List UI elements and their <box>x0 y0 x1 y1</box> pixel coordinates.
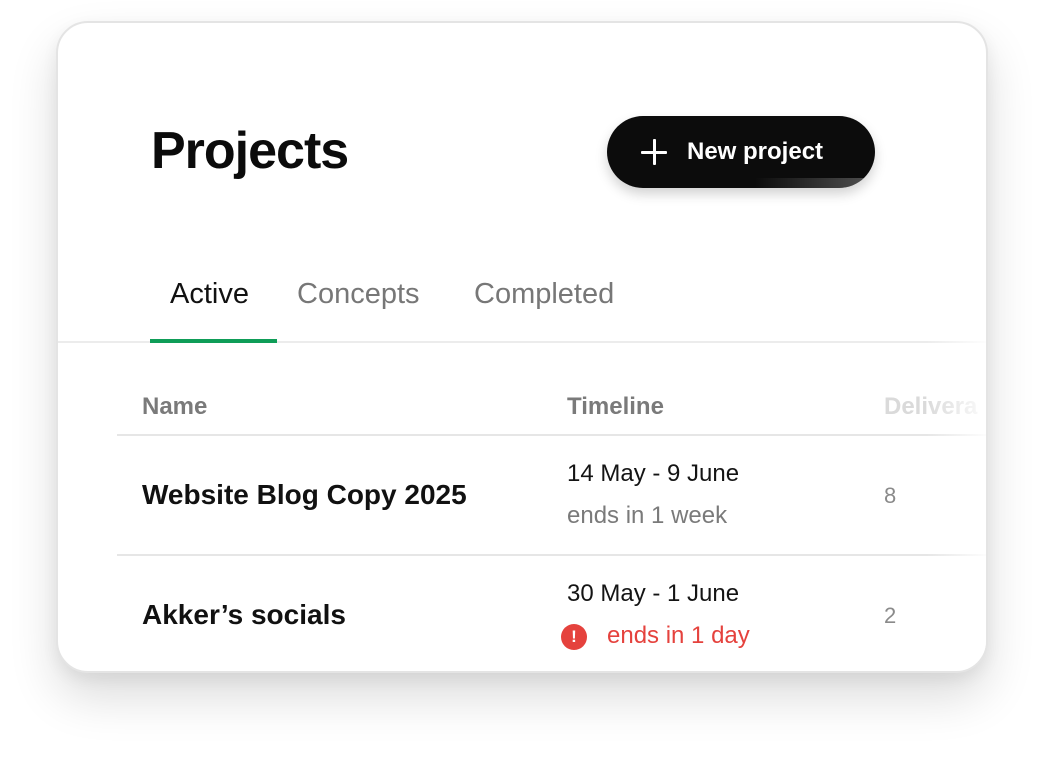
projects-card: Projects New project Active Concepts Com… <box>56 21 988 673</box>
column-header-deliverables[interactable]: Delivera <box>884 393 977 421</box>
column-header-name[interactable]: Name <box>142 393 207 421</box>
alert-icon: ! <box>561 624 587 650</box>
tab-bar: Active Concepts Completed <box>58 263 986 343</box>
row-divider <box>117 554 986 556</box>
new-project-button[interactable]: New project <box>607 116 875 188</box>
tab-active[interactable]: Active <box>170 277 249 311</box>
page-title: Projects <box>151 122 349 180</box>
tab-concepts[interactable]: Concepts <box>297 277 420 311</box>
timeline-range: 30 May - 1 June <box>567 580 740 607</box>
project-name[interactable]: Akker’s socials <box>142 599 346 631</box>
deliverables-count: 8 <box>884 483 897 508</box>
header-divider <box>117 434 986 436</box>
new-project-label: New project <box>687 138 824 165</box>
timeline-status-urgent: ends in 1 day <box>607 622 750 649</box>
active-tab-indicator <box>150 339 277 343</box>
plus-icon <box>641 139 667 165</box>
deliverables-count: 2 <box>884 603 897 628</box>
tab-completed[interactable]: Completed <box>474 277 614 311</box>
column-header-timeline[interactable]: Timeline <box>567 393 664 421</box>
timeline-range: 14 May - 9 June <box>567 460 740 487</box>
timeline-status: ends in 1 week <box>567 502 728 529</box>
project-name[interactable]: Website Blog Copy 2025 <box>142 479 467 511</box>
